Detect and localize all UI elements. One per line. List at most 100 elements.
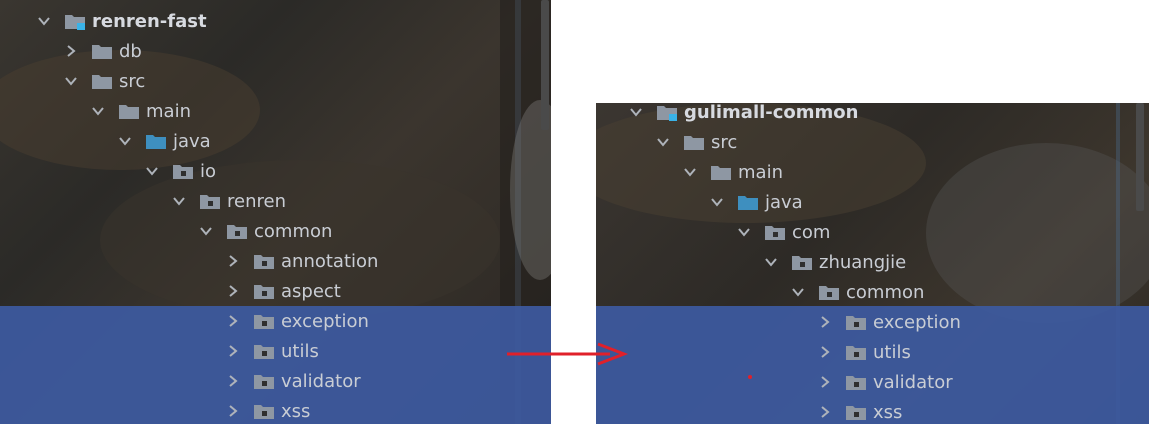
tree-node-label: renren-fast	[92, 10, 207, 32]
tree-node-label: zhuangjie	[819, 251, 907, 273]
tree-node-gulimall-common[interactable]: gulimall-common	[628, 103, 858, 127]
tree-node-db[interactable]: db	[63, 36, 142, 66]
package-icon	[199, 192, 221, 210]
tree-node-label: validator	[873, 371, 953, 393]
tree-node-label: com	[792, 221, 831, 243]
package-icon	[253, 402, 275, 420]
tree-node-validator[interactable]: validator	[817, 367, 953, 397]
chevron-down-icon[interactable]	[790, 284, 806, 300]
package-icon	[253, 372, 275, 390]
tree-node-label: validator	[281, 370, 361, 392]
package-icon	[845, 403, 867, 421]
tree-node-label: renren	[227, 190, 286, 212]
tree-node-label: common	[846, 281, 925, 303]
chevron-down-icon[interactable]	[171, 193, 187, 209]
chevron-right-icon[interactable]	[225, 253, 241, 269]
tree-node-java[interactable]: java	[117, 126, 211, 156]
tree-node-label: utils	[873, 341, 911, 363]
chevron-down-icon[interactable]	[198, 223, 214, 239]
tree-node-utils[interactable]: utils	[225, 336, 319, 366]
chevron-down-icon[interactable]	[736, 224, 752, 240]
scrollbar[interactable]	[1136, 103, 1144, 211]
tree-node-java[interactable]: java	[709, 187, 803, 217]
tree-node-annotation[interactable]: annotation	[225, 246, 378, 276]
package-icon	[845, 343, 867, 361]
tree-node-com[interactable]: com	[736, 217, 830, 247]
chevron-down-icon[interactable]	[655, 134, 671, 150]
tree-node-label: java	[173, 130, 211, 152]
package-icon	[253, 282, 275, 300]
folder-icon	[118, 102, 140, 120]
tree-node-common[interactable]: common	[790, 277, 924, 307]
chevron-right-icon[interactable]	[817, 404, 833, 420]
tree-node-validator[interactable]: validator	[225, 366, 361, 396]
tree-node-label: src	[119, 70, 146, 92]
tree-node-exception[interactable]: exception	[817, 307, 961, 337]
chevron-down-icon[interactable]	[90, 103, 106, 119]
chevron-down-icon[interactable]	[628, 104, 644, 120]
tree-node-src[interactable]: src	[63, 66, 145, 96]
package-icon	[818, 283, 840, 301]
tree-node-main[interactable]: main	[682, 157, 783, 187]
red-dot-marker	[748, 375, 752, 379]
tree-node-src[interactable]: src	[655, 127, 737, 157]
chevron-down-icon[interactable]	[763, 254, 779, 270]
tree-node-renren[interactable]: renren	[171, 186, 286, 216]
chevron-right-icon[interactable]	[63, 43, 79, 59]
tree-node-label: utils	[281, 340, 319, 362]
tree-node-label: common	[254, 220, 333, 242]
tree-node-label: aspect	[281, 280, 341, 302]
tree-node-exception[interactable]: exception	[225, 306, 369, 336]
chevron-right-icon[interactable]	[817, 314, 833, 330]
chevron-right-icon[interactable]	[225, 283, 241, 299]
folder-icon	[91, 42, 113, 60]
chevron-down-icon[interactable]	[36, 13, 52, 29]
tree-node-label: db	[119, 40, 142, 62]
chevron-right-icon[interactable]	[225, 343, 241, 359]
left-project-tree-panel: renren-fast db src main java io renren common an…	[0, 0, 551, 424]
tree-node-label: xss	[873, 401, 903, 423]
package-icon	[845, 313, 867, 331]
tree-node-common[interactable]: common	[198, 216, 332, 246]
package-icon	[253, 312, 275, 330]
tree-node-io[interactable]: io	[144, 156, 216, 186]
chevron-down-icon[interactable]	[144, 163, 160, 179]
chevron-right-icon[interactable]	[225, 373, 241, 389]
tree-node-label: main	[146, 100, 191, 122]
tree-node-utils[interactable]: utils	[817, 337, 911, 367]
chevron-right-icon[interactable]	[817, 374, 833, 390]
chevron-right-icon[interactable]	[225, 403, 241, 419]
tree-node-label: java	[765, 191, 803, 213]
package-icon	[226, 222, 248, 240]
module-folder-icon	[656, 103, 678, 121]
chevron-down-icon[interactable]	[682, 164, 698, 180]
tree-node-label: main	[738, 161, 783, 183]
tree-node-label: exception	[281, 310, 369, 332]
tree-node-zhuangjie[interactable]: zhuangjie	[763, 247, 906, 277]
package-icon	[764, 223, 786, 241]
source-folder-icon	[145, 132, 167, 150]
tree-node-label: io	[200, 160, 217, 182]
package-icon	[253, 342, 275, 360]
chevron-down-icon[interactable]	[117, 133, 133, 149]
scrollbar[interactable]	[541, 0, 549, 130]
chevron-right-icon[interactable]	[817, 344, 833, 360]
tree-node-xss[interactable]: xss	[225, 396, 310, 424]
tree-node-label: annotation	[281, 250, 379, 272]
chevron-right-icon[interactable]	[225, 313, 241, 329]
package-icon	[172, 162, 194, 180]
tree-node-label: src	[711, 131, 738, 153]
package-icon	[253, 252, 275, 270]
tree-node-label: xss	[281, 400, 311, 422]
package-icon	[791, 253, 813, 271]
tree-node-xss[interactable]: xss	[817, 397, 902, 424]
chevron-down-icon[interactable]	[63, 73, 79, 89]
chevron-down-icon[interactable]	[709, 194, 725, 210]
folder-icon	[710, 163, 732, 181]
tree-node-renren-fast[interactable]: renren-fast	[36, 6, 207, 36]
tree-node-main[interactable]: main	[90, 96, 191, 126]
tree-node-aspect[interactable]: aspect	[225, 276, 341, 306]
tree-node-label: exception	[873, 311, 961, 333]
package-icon	[845, 373, 867, 391]
tree-node-label: gulimall-common	[684, 103, 859, 123]
